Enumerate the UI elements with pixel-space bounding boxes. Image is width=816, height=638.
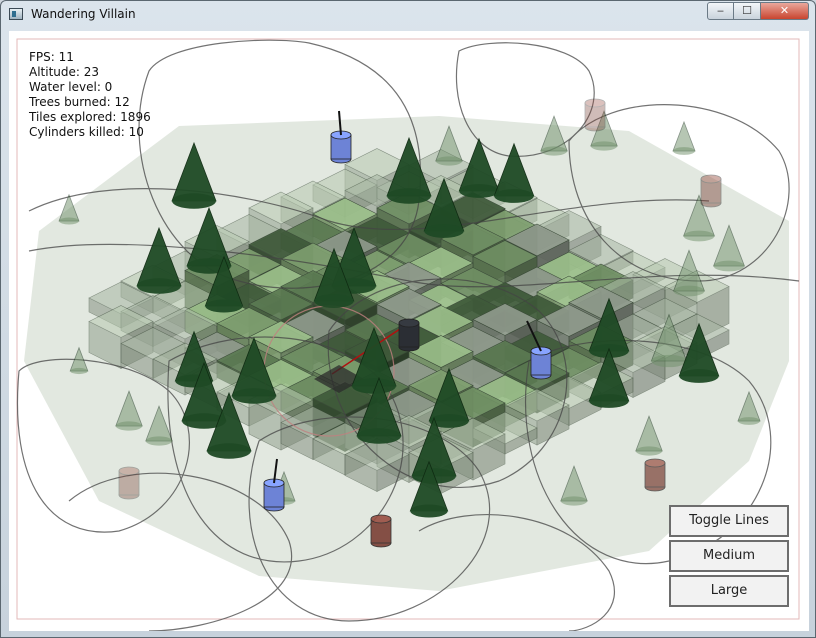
- trees-burned-readout: Trees burned: 12: [29, 95, 130, 109]
- cylinder-unit: [530, 346, 552, 380]
- toggle-lines-button[interactable]: Toggle Lines: [669, 505, 789, 537]
- cylinder-unit: [370, 514, 392, 548]
- fps-readout: FPS: 11: [29, 50, 74, 64]
- title-bar[interactable]: Wandering Villain ‒ ☐ ✕: [1, 1, 815, 29]
- medium-button[interactable]: Medium: [669, 540, 789, 572]
- cylinder-unit: [398, 318, 420, 352]
- cylinders-killed-readout: Cylinders killed: 10: [29, 125, 144, 139]
- cylinder-unit: [263, 478, 285, 512]
- window-app-icon: [9, 8, 23, 20]
- game-viewport[interactable]: FPS: 11 Altitude: 23 Water level: 0 Tree…: [9, 31, 809, 631]
- close-icon[interactable]: ✕: [761, 2, 809, 20]
- altitude-readout: Altitude: 23: [29, 65, 100, 79]
- maximize-icon[interactable]: ☐: [734, 2, 761, 20]
- stats-overlay: FPS: 11 Altitude: 23 Water level: 0 Tree…: [29, 50, 151, 140]
- cylinder-unit: [118, 466, 140, 500]
- cylinder-unit: [700, 174, 722, 208]
- cylinder-unit: [644, 458, 666, 492]
- window-title: Wandering Villain: [31, 7, 136, 21]
- application-window: Wandering Villain ‒ ☐ ✕ FPS: 11 Altitude…: [0, 0, 816, 638]
- large-button[interactable]: Large: [669, 575, 789, 607]
- minimize-icon[interactable]: ‒: [707, 2, 734, 20]
- tree: [672, 120, 696, 155]
- tiles-explored-readout: Tiles explored: 1896: [29, 110, 151, 124]
- cylinder-unit: [584, 98, 606, 132]
- water-level-readout: Water level: 0: [29, 80, 113, 94]
- cylinder-unit: [330, 130, 352, 164]
